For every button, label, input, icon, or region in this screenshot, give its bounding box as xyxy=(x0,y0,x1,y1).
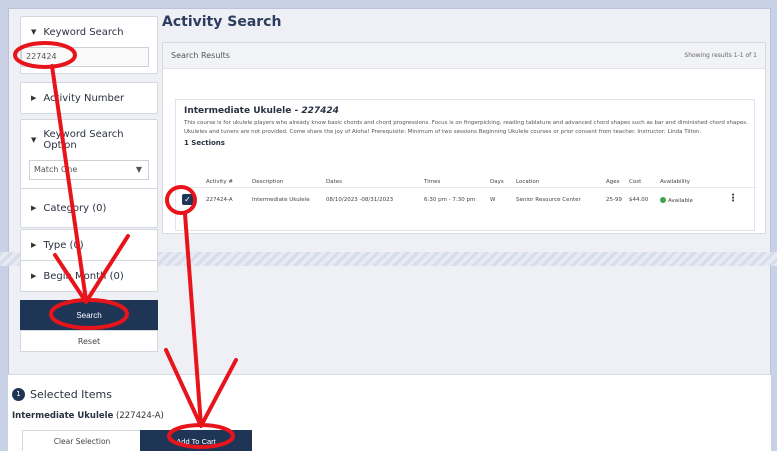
selected-item: Intermediate Ukulele (227424-A) xyxy=(12,411,164,421)
col-activity: Activity # xyxy=(206,179,233,185)
sections-table: Activity # Description Dates Times Days … xyxy=(176,176,756,214)
selected-items-bar: 1 Selected Items Intermediate Ukulele (2… xyxy=(8,374,771,451)
match-option-value: Match One xyxy=(34,165,78,174)
row-times: 6:30 pm - 7:30 pm xyxy=(424,197,476,203)
col-availability: Availability xyxy=(660,179,690,185)
row-cost: $44.00 xyxy=(629,197,649,203)
row-availability: Available xyxy=(660,197,693,204)
col-description: Description xyxy=(252,179,284,185)
col-days: Days xyxy=(490,179,504,185)
course-title-separator: - xyxy=(291,106,302,116)
row-days: W xyxy=(490,197,496,203)
col-dates: Dates xyxy=(326,179,343,185)
course-name: Intermediate Ukulele xyxy=(184,106,292,116)
col-location: Location xyxy=(516,179,540,185)
selected-items-label: Selected Items xyxy=(30,388,112,401)
row-location: Senior Resource Center xyxy=(516,197,581,203)
clear-selection-button[interactable]: Clear Selection xyxy=(22,430,142,451)
reset-button[interactable]: Reset xyxy=(20,330,158,352)
selected-items-title: 1 Selected Items xyxy=(12,388,112,401)
results-header: Search Results Showing results 1-1 of 1 xyxy=(163,43,765,69)
caret-down-icon: ▼ xyxy=(31,28,37,36)
row-ages: 25-99 xyxy=(606,197,622,203)
course-card: Intermediate Ukulele - 227424 This cours… xyxy=(175,99,756,231)
more-options-icon[interactable]: ⋮ xyxy=(728,193,738,204)
select-checkbox[interactable]: ✓ xyxy=(182,194,193,205)
table-row[interactable]: ✓ 227424-A Intermediate Ukulele 08/10/20… xyxy=(176,188,756,214)
row-dates: 08/10/2023 -08/31/2023 xyxy=(326,197,394,203)
match-option-select[interactable]: Match One ▼ xyxy=(29,160,149,180)
col-ages: Ages xyxy=(606,179,620,185)
caret-right-icon: ▶ xyxy=(31,272,37,280)
course-description: This course is for ukulele players who a… xyxy=(184,120,748,135)
caret-right-icon: ▶ xyxy=(31,241,37,249)
course-title: Intermediate Ukulele - 227424 xyxy=(184,106,746,116)
selected-item-code: (227424-A) xyxy=(116,411,164,421)
keyword-search-toggle[interactable]: ▼ Keyword Search xyxy=(21,17,157,47)
results-title: Search Results xyxy=(171,51,230,60)
begin-month-label: Begin Month (0) xyxy=(43,270,124,282)
col-times: Times xyxy=(424,179,441,185)
available-dot-icon xyxy=(660,197,666,203)
caret-right-icon: ▶ xyxy=(31,204,37,212)
keyword-search-input[interactable]: 227424 xyxy=(21,47,149,67)
row-description: Intermediate Ukulele xyxy=(252,197,310,203)
row-activity: 227424-A xyxy=(206,197,233,203)
keyword-option-panel: ▼ Keyword Search Option Match One ▼ xyxy=(20,119,158,189)
keyword-search-label: Keyword Search xyxy=(43,26,124,38)
sections-count: 1 Sections xyxy=(184,139,225,147)
add-to-cart-button[interactable]: Add To Cart xyxy=(140,430,252,451)
type-panel[interactable]: ▶ Type (0) xyxy=(20,229,158,261)
table-header: Activity # Description Dates Times Days … xyxy=(176,176,756,188)
course-id: 227424 xyxy=(301,106,339,116)
begin-month-panel[interactable]: ▶ Begin Month (0) xyxy=(20,260,158,292)
keyword-option-toggle[interactable]: ▼ Keyword Search Option xyxy=(21,120,157,160)
selected-count-badge: 1 xyxy=(12,388,25,401)
selected-item-name: Intermediate Ukulele xyxy=(12,411,114,421)
results-count: Showing results 1-1 of 1 xyxy=(684,52,757,59)
type-label: Type (0) xyxy=(43,239,84,251)
search-button[interactable]: Search xyxy=(20,300,158,330)
category-panel[interactable]: ▶ Category (0) xyxy=(20,188,158,228)
page-title: Activity Search xyxy=(162,14,282,30)
col-cost: Cost xyxy=(629,179,642,185)
caret-right-icon: ▶ xyxy=(31,94,37,102)
category-label: Category (0) xyxy=(43,202,107,214)
caret-down-icon: ▼ xyxy=(31,136,37,144)
activity-number-panel[interactable]: ▶ Activity Number xyxy=(20,82,158,114)
search-results-card: Search Results Showing results 1-1 of 1 … xyxy=(162,42,766,234)
activity-number-label: Activity Number xyxy=(43,92,125,104)
keyword-search-panel: ▼ Keyword Search 227424 xyxy=(20,16,158,74)
select-arrow-icon: ▼ xyxy=(135,165,142,174)
keyword-option-label: Keyword Search Option xyxy=(43,129,124,151)
